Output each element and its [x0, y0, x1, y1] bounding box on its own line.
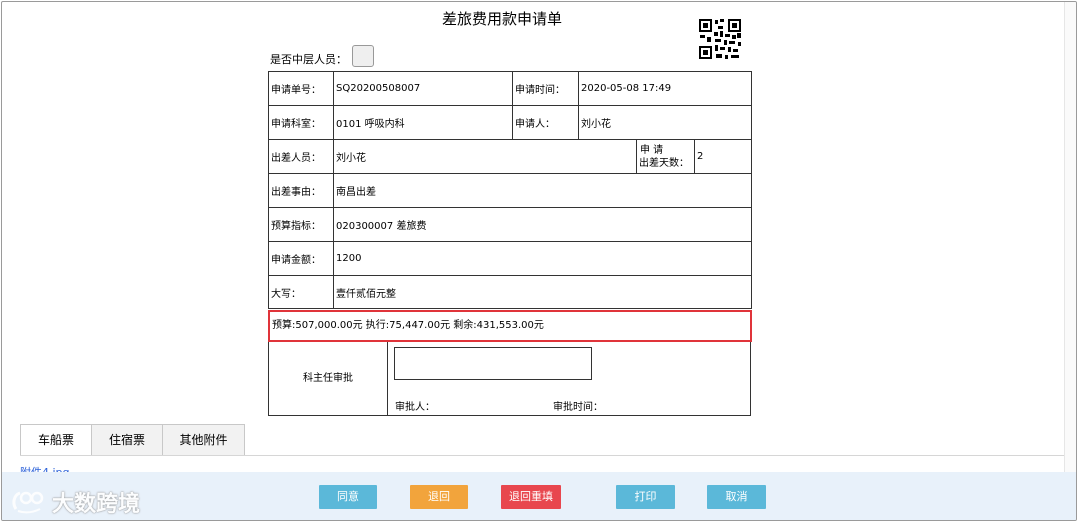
- qr-code-icon: [698, 18, 742, 60]
- travel-days-label-line2: 出差天数：: [639, 157, 689, 169]
- footer-toolbar: 大数跨境 同意 退回 退回重填 打印 取消: [2, 472, 1076, 520]
- application-form-table: 申请单号： SQ20200508007 申请时间： 2020-05-08 17:…: [268, 71, 753, 309]
- amount-value: 1200: [332, 241, 753, 276]
- cancel-button[interactable]: 取消: [707, 485, 766, 509]
- table-row: 出差人员： 刘小花 申 请 出差天数： 2: [268, 139, 753, 174]
- middle-level-checkbox[interactable]: [352, 45, 374, 67]
- reason-value: 南昌出差: [332, 173, 753, 208]
- agree-button[interactable]: 同意: [319, 485, 377, 509]
- budget-summary: 预算:507,000.00元 执行:75,447.00元 剩余:431,553.…: [268, 310, 752, 342]
- applicant-value: 刘小花: [577, 105, 753, 140]
- applicant-label: 申请人：: [512, 105, 579, 140]
- table-row: 申请金额： 1200: [268, 241, 753, 276]
- app-no-label: 申请单号：: [268, 71, 334, 106]
- table-row: 大写： 壹仟贰佰元整: [268, 275, 753, 309]
- approver-label: 审批人：: [395, 402, 435, 413]
- travel-days-value: 2: [693, 139, 753, 174]
- approval-section-label: 科主任审批: [269, 342, 388, 415]
- app-time-value: 2020-05-08 17:49: [577, 71, 753, 106]
- budget-item-value: 020300007 差旅费: [332, 207, 753, 242]
- dept-label: 申请科室：: [268, 105, 334, 140]
- middle-level-label: 是否中层人员：: [270, 53, 347, 66]
- form-title: 差旅费用款申请单: [441, 10, 562, 28]
- print-button[interactable]: 打印: [616, 485, 675, 509]
- dept-value: 0101 呼吸内科: [333, 105, 513, 140]
- traveler-label: 出差人员：: [268, 139, 334, 174]
- approval-comment-input[interactable]: [394, 347, 592, 380]
- budget-item-label: 预算指标：: [268, 207, 334, 242]
- uppercase-label: 大写：: [268, 275, 334, 309]
- table-row: 预算指标： 020300007 差旅费: [268, 207, 753, 242]
- brand-logo: 大数跨境: [10, 486, 140, 518]
- traveler-value: 刘小花: [333, 139, 637, 174]
- tab-divider: [20, 455, 1064, 456]
- tab-hotel-ticket[interactable]: 住宿票: [91, 424, 163, 456]
- table-row: 申请单号： SQ20200508007 申请时间： 2020-05-08 17:…: [268, 71, 753, 106]
- uppercase-value: 壹仟贰佰元整: [332, 275, 753, 309]
- attachment-tabs: 车船票 住宿票 其他附件: [20, 424, 245, 456]
- approval-section: 科主任审批 审批人： 审批时间：: [268, 342, 751, 416]
- brand-logo-text: 大数跨境: [52, 492, 141, 517]
- table-row: 出差事由： 南昌出差: [268, 173, 753, 208]
- brand-logo-icon: [12, 491, 44, 514]
- application-window: 差旅费用款申请单 是否中层人员： 申请单号： SQ20200508007 申请时…: [1, 1, 1077, 521]
- app-time-label: 申请时间：: [512, 71, 579, 106]
- tab-other-attachments[interactable]: 其他附件: [162, 424, 245, 456]
- travel-days-label: 申 请 出差天数：: [636, 139, 695, 174]
- tab-vehicle-ticket[interactable]: 车船票: [20, 424, 92, 456]
- travel-days-label-line1: 申 请: [640, 144, 664, 156]
- return-button[interactable]: 退回: [410, 485, 468, 509]
- amount-label: 申请金额：: [268, 241, 334, 276]
- app-no-value: SQ20200508007: [333, 71, 513, 106]
- reason-label: 出差事由：: [268, 173, 334, 208]
- approve-time-label: 审批时间：: [553, 402, 603, 413]
- table-row: 申请科室： 0101 呼吸内科 申请人： 刘小花: [268, 105, 753, 140]
- vertical-scrollbar[interactable]: [1064, 2, 1076, 472]
- return-refill-button[interactable]: 退回重填: [501, 485, 561, 509]
